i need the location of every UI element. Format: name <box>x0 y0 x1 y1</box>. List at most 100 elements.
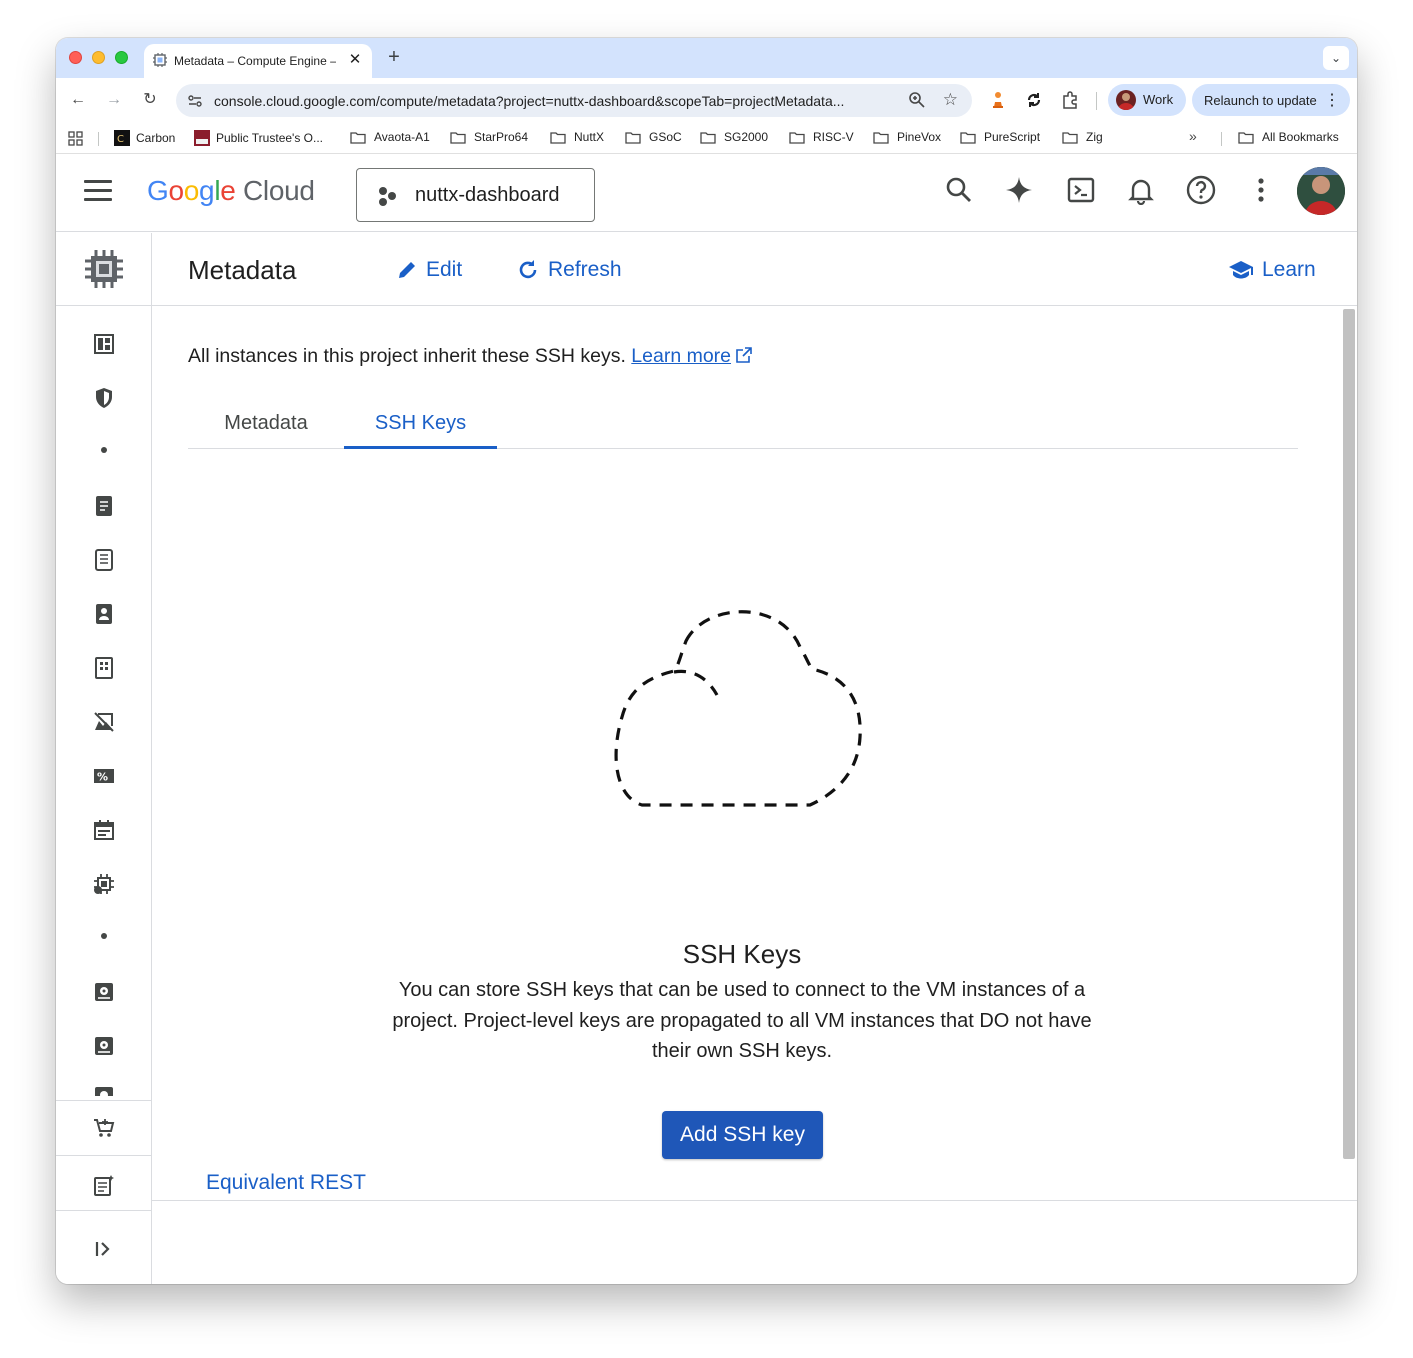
bookmark-label: Zig <box>1086 130 1103 144</box>
images-icon-clipped[interactable] <box>92 1084 116 1096</box>
folder-icon <box>625 131 641 144</box>
project-name: nuttx-dashboard <box>415 184 560 206</box>
bookmark-folder-nuttx[interactable]: NuttX <box>550 130 604 144</box>
back-button[interactable]: ← <box>66 88 90 112</box>
zoom-window-button[interactable] <box>115 51 128 64</box>
bookmark-label: Carbon <box>136 131 176 145</box>
bookmark-folder-pinevox[interactable]: PineVox <box>873 130 941 144</box>
tab-search-button[interactable]: ⌄ <box>1323 46 1349 70</box>
main-menu-icon[interactable] <box>84 180 112 202</box>
bookmark-star-icon[interactable]: ☆ <box>943 90 958 110</box>
site-info-icon[interactable] <box>186 92 204 110</box>
machine-images-icon[interactable] <box>92 656 116 680</box>
browser-menu-icon[interactable]: ⋮ <box>1324 90 1340 110</box>
bookmarks-overflow-icon[interactable]: » <box>1189 128 1197 144</box>
edit-label: Edit <box>426 258 463 281</box>
minimize-window-button[interactable] <box>92 51 105 64</box>
cloud-shell-icon[interactable] <box>1066 175 1096 205</box>
browser-tab-active[interactable]: Metadata – Compute Engine – ✕ <box>144 44 372 78</box>
new-tab-button[interactable]: + <box>384 46 404 69</box>
address-bar[interactable]: console.cloud.google.com/compute/metadat… <box>176 84 972 117</box>
expand-rail-icon[interactable] <box>92 1237 116 1261</box>
relaunch-to-update-button[interactable]: Relaunch to update ⋮ <box>1192 84 1350 116</box>
bookmark-folder-riscv[interactable]: RISC-V <box>789 130 854 144</box>
reload-button[interactable]: ↻ <box>138 88 162 112</box>
extension-sync-icon[interactable] <box>1024 90 1044 110</box>
refresh-button[interactable]: Refresh <box>516 255 622 285</box>
open-in-new-icon[interactable] <box>736 347 753 363</box>
gemini-icon[interactable] <box>1004 175 1034 205</box>
rail-divider <box>56 1210 152 1211</box>
browser-toolbar: ← → ↻ console.cloud.google.com/compute/m… <box>56 78 1357 122</box>
empty-state-title: SSH Keys <box>682 939 802 969</box>
equivalent-rest-link[interactable]: Equivalent REST <box>206 1171 366 1195</box>
tab-close-icon[interactable]: ✕ <box>346 50 364 68</box>
tab-metadata[interactable]: Metadata <box>188 403 344 449</box>
toolbar-separator <box>1096 92 1097 110</box>
more-vert-icon[interactable] <box>1246 175 1276 205</box>
dashboard-icon[interactable] <box>92 332 116 356</box>
snapshots-icon[interactable] <box>92 1034 116 1058</box>
tab-ssh-keys[interactable]: SSH Keys <box>344 403 497 449</box>
folder-icon <box>350 131 366 144</box>
committed-use-discounts-icon[interactable]: % <box>92 764 116 788</box>
bookmark-folder-gsoc[interactable]: GSoC <box>625 130 682 144</box>
forward-button[interactable]: → <box>102 88 126 112</box>
tab-title: Metadata – Compute Engine – <box>174 54 336 68</box>
extensions-puzzle-icon[interactable] <box>1060 90 1080 110</box>
folder-icon <box>873 131 889 144</box>
profile-button[interactable]: Work <box>1108 84 1186 116</box>
bookmark-folder-zig[interactable]: Zig <box>1062 130 1103 144</box>
help-icon[interactable] <box>1186 175 1216 205</box>
product-icon-area <box>56 233 152 306</box>
edit-button[interactable]: Edit <box>396 255 462 285</box>
migrate-to-vms-icon[interactable] <box>92 872 116 896</box>
tpus-icon[interactable] <box>92 710 116 734</box>
bookmark-folder-avaota[interactable]: Avaota-A1 <box>350 130 430 144</box>
learn-more-link[interactable]: Learn more <box>631 345 731 367</box>
bookmark-folder-starpro64[interactable]: StarPro64 <box>450 130 528 144</box>
reservations-icon[interactable] <box>92 818 116 842</box>
security-shield-icon[interactable] <box>92 386 116 410</box>
bookmarks-separator <box>1221 132 1222 146</box>
instance-templates-icon[interactable] <box>92 548 116 572</box>
compute-engine-icon[interactable] <box>82 247 126 291</box>
extension-chess-icon[interactable] <box>988 90 1008 110</box>
notifications-icon[interactable] <box>1126 175 1156 205</box>
release-notes-icon[interactable] <box>92 1173 116 1197</box>
bookmark-label: RISC-V <box>813 130 854 144</box>
add-ssh-key-button[interactable]: Add SSH key <box>662 1111 823 1159</box>
bookmark-folder-purescript[interactable]: PureScript <box>960 130 1040 144</box>
account-avatar[interactable] <box>1297 167 1345 215</box>
google-cloud-logo[interactable]: Google Cloud <box>147 175 315 207</box>
main-content: All instances in this project inherit th… <box>152 307 1357 1203</box>
tab-strip: Metadata – Compute Engine – ✕ + ⌄ <box>56 38 1357 78</box>
bookmark-label: PureScript <box>984 130 1041 144</box>
bookmark-label: StarPro64 <box>474 130 529 144</box>
compute-engine-favicon-icon <box>153 53 167 67</box>
bookmark-label: GSoC <box>649 130 682 144</box>
learn-button[interactable]: Learn <box>1228 255 1316 285</box>
public-trustee-favicon-icon <box>194 130 210 146</box>
marketplace-cart-icon[interactable] <box>92 1116 116 1140</box>
bookmarks-bar: C Carbon Public Trustee's O... Avaota-A1… <box>56 122 1357 154</box>
folder-icon <box>450 131 466 144</box>
disks-icon[interactable] <box>92 980 116 1004</box>
sole-tenant-nodes-icon[interactable] <box>92 602 116 626</box>
refresh-label: Refresh <box>548 258 622 281</box>
carbon-favicon-icon: C <box>114 130 130 146</box>
zoom-icon[interactable] <box>908 91 926 109</box>
bookmark-folder-sg2000[interactable]: SG2000 <box>700 130 768 144</box>
bookmark-public-trustee[interactable]: Public Trustee's O... <box>194 130 323 146</box>
empty-state-description: You can store SSH keys that can be used … <box>392 979 1092 1062</box>
images-icon <box>95 1087 113 1096</box>
project-picker-button[interactable]: nuttx-dashboard <box>356 168 595 222</box>
vm-instances-icon[interactable] <box>92 494 116 518</box>
search-icon[interactable] <box>944 175 974 205</box>
all-bookmarks[interactable]: All Bookmarks <box>1238 130 1339 144</box>
close-window-button[interactable] <box>69 51 82 64</box>
vertical-scrollbar[interactable] <box>1343 309 1355 1159</box>
apps-grid-icon[interactable] <box>68 131 84 147</box>
bookmark-carbon[interactable]: C Carbon <box>114 130 175 146</box>
page-header: Metadata Edit Refresh Learn <box>152 233 1357 306</box>
